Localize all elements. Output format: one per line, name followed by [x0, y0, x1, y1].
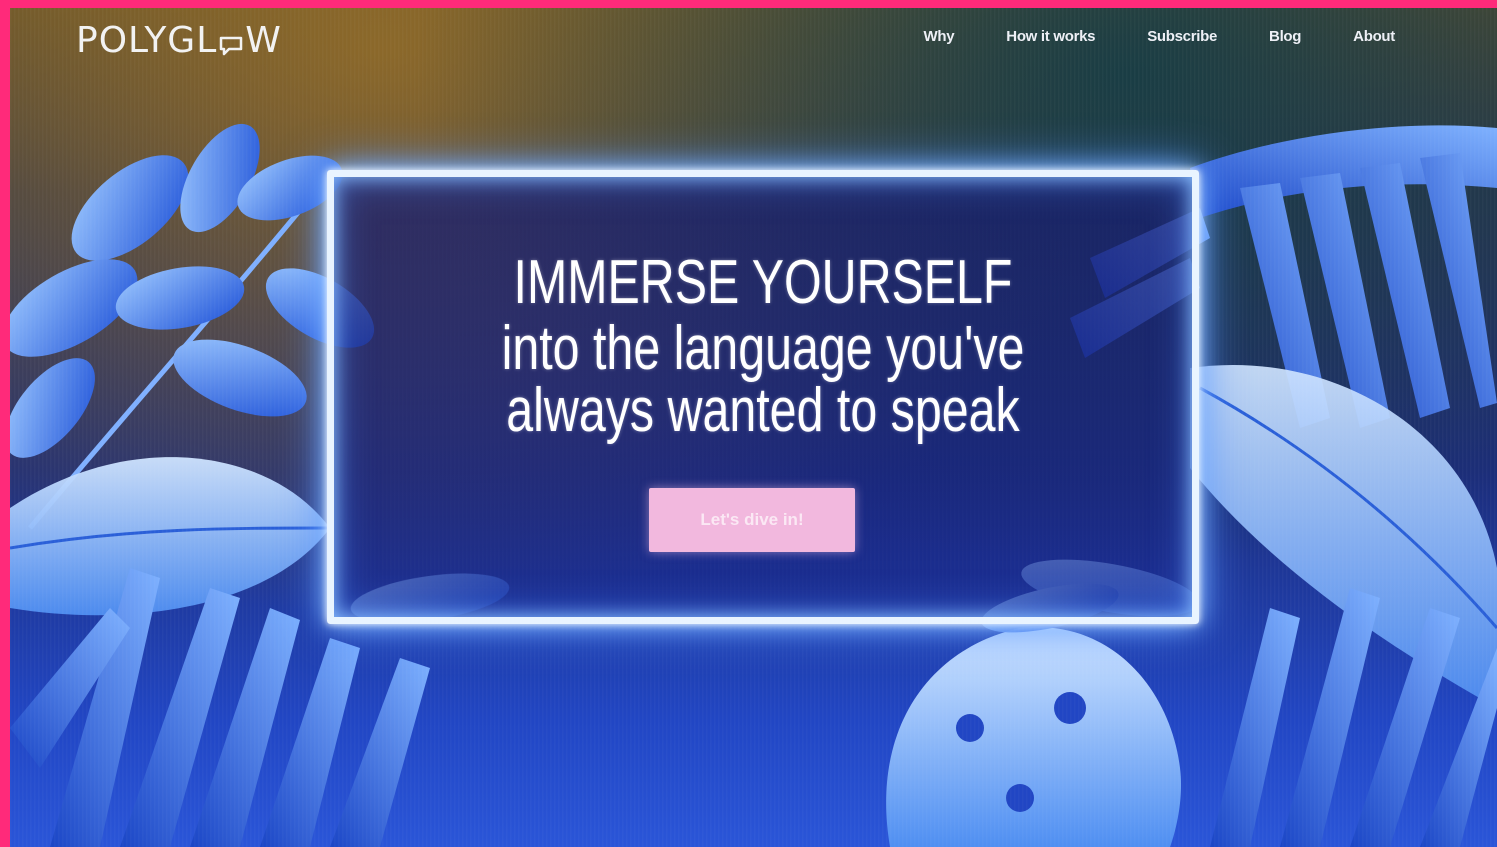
- brand-logo[interactable]: POLYGL W: [76, 20, 282, 61]
- dive-in-button[interactable]: Let's dive in!: [649, 488, 855, 552]
- main-nav: Why How it works Subscribe Blog About: [924, 28, 1396, 45]
- nav-link-blog[interactable]: Blog: [1269, 28, 1301, 45]
- logo-text-start: POLYGL: [76, 20, 218, 61]
- hero-headline: IMMERSE YOURSELF: [513, 248, 1013, 317]
- nav-link-why[interactable]: Why: [924, 28, 955, 45]
- hero-text: IMMERSE YOURSELF into the language you'v…: [327, 248, 1199, 442]
- nav-link-how-it-works[interactable]: How it works: [1006, 28, 1095, 45]
- hero-subline-2: always wanted to speak: [506, 376, 1020, 445]
- hero-subline-1: into the language you've: [501, 314, 1025, 383]
- nav-link-about[interactable]: About: [1353, 28, 1395, 45]
- speech-bubble-icon: [218, 25, 244, 55]
- browser-viewport: POLYGL W Why How it works Subscribe Blog…: [10, 8, 1497, 847]
- nav-link-subscribe[interactable]: Subscribe: [1147, 28, 1217, 45]
- logo-text-end: W: [245, 20, 282, 61]
